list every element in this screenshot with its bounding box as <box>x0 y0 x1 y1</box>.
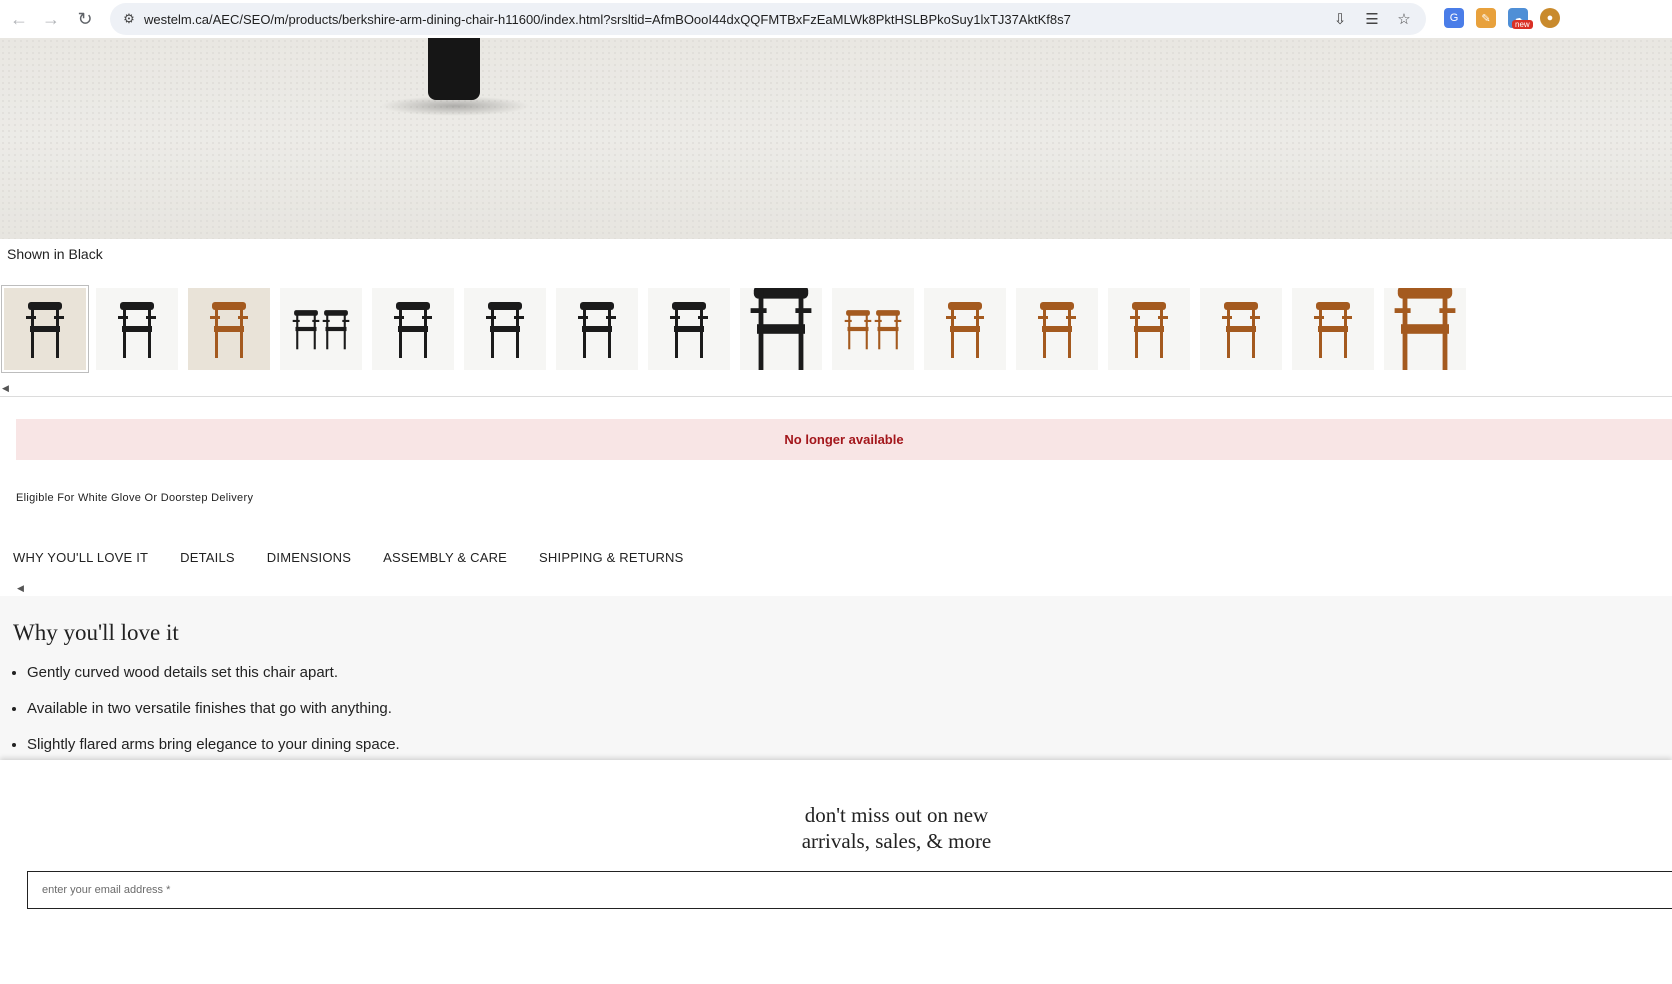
tabs-scroll-left-icon[interactable]: ◀ <box>17 583 24 594</box>
reload-icon[interactable]: ↻ <box>68 2 102 36</box>
finish-caption: Shown in Black <box>7 246 103 262</box>
product-thumbnail[interactable] <box>1016 288 1098 370</box>
cookie-extension-icon[interactable]: ● <box>1540 8 1560 28</box>
install-icon[interactable]: ⇩ <box>1330 9 1350 29</box>
chair-illustration <box>1394 288 1456 370</box>
chair-illustration <box>394 298 432 360</box>
thumbnail-strip <box>1 285 1466 373</box>
product-thumbnail[interactable] <box>1108 288 1190 370</box>
why-love-it-panel: Why you'll love it Gently curved wood de… <box>0 596 1672 760</box>
why-love-it-heading: Why you'll love it <box>13 620 179 645</box>
chair-illustration <box>292 307 320 350</box>
site-info-icon[interactable]: ⚙ <box>114 11 144 27</box>
chair-illustration <box>578 298 616 360</box>
rug-texture <box>0 38 1672 239</box>
chair-illustration <box>750 288 812 370</box>
thumbnail-divider <box>0 396 1672 397</box>
tab-details[interactable]: DETAILS <box>180 550 235 565</box>
tab-shipping-returns[interactable]: SHIPPING & RETURNS <box>539 550 683 565</box>
product-thumbnail[interactable] <box>556 288 638 370</box>
signup-heading: don't miss out on new arrivals, sales, &… <box>0 802 1672 854</box>
chair-illustration <box>1038 298 1076 360</box>
product-thumbnail[interactable] <box>96 288 178 370</box>
product-thumbnail[interactable] <box>1292 288 1374 370</box>
why-love-it-list: Gently curved wood details set this chai… <box>9 664 400 772</box>
product-thumbnail[interactable] <box>280 288 362 370</box>
list-item: Available in two versatile finishes that… <box>27 700 400 717</box>
address-bar[interactable]: ⚙ westelm.ca/AEC/SEO/m/products/berkshir… <box>110 3 1426 35</box>
chair-illustration <box>670 298 708 360</box>
product-thumbnail[interactable] <box>648 288 730 370</box>
chair-illustration <box>118 298 156 360</box>
list-item: Gently curved wood details set this chai… <box>27 664 400 681</box>
product-thumbnail[interactable] <box>832 288 914 370</box>
product-thumbnail[interactable] <box>924 288 1006 370</box>
product-thumbnail[interactable] <box>1200 288 1282 370</box>
product-thumbnail[interactable] <box>1 285 89 373</box>
product-thumbnail[interactable] <box>188 288 270 370</box>
chair-illustration <box>486 298 524 360</box>
chair-illustration <box>1314 298 1352 360</box>
delivery-note: Eligible For White Glove Or Doorstep Del… <box>16 492 254 504</box>
availability-alert: No longer available <box>16 419 1672 460</box>
chair-illustration <box>26 298 64 360</box>
chair-illustration <box>322 307 350 350</box>
browser-toolbar: ← → ↻ ⚙ westelm.ca/AEC/SEO/m/products/be… <box>0 0 1672 39</box>
forward-icon[interactable]: → <box>34 2 68 36</box>
availability-text: No longer available <box>784 432 904 447</box>
thumbnail-scroll-left-icon[interactable]: ◀ <box>2 383 9 394</box>
newsletter-signup: don't miss out on new arrivals, sales, &… <box>0 760 1672 984</box>
chair-leg <box>428 38 480 100</box>
chair-illustration <box>946 298 984 360</box>
signup-heading-line1: don't miss out on new <box>804 803 989 827</box>
product-thumbnail[interactable] <box>1384 288 1466 370</box>
signup-heading-line2: arrivals, sales, & more <box>801 829 992 853</box>
product-hero-image[interactable] <box>0 38 1672 239</box>
chair-illustration <box>1130 298 1168 360</box>
product-thumbnail[interactable] <box>464 288 546 370</box>
chair-illustration <box>1222 298 1260 360</box>
translate-icon[interactable]: ☰ <box>1362 9 1382 29</box>
extension-badge: new <box>1512 20 1533 29</box>
chair-illustration <box>874 307 902 350</box>
url-text[interactable]: westelm.ca/AEC/SEO/m/products/berkshire-… <box>144 12 1071 27</box>
tab-assembly-care[interactable]: ASSEMBLY & CARE <box>383 550 507 565</box>
extension-icon[interactable]: ✎ <box>1476 8 1496 28</box>
chair-illustration <box>844 307 872 350</box>
list-item: Slightly flared arms bring elegance to y… <box>27 736 400 753</box>
bookmark-star-icon[interactable]: ☆ <box>1394 9 1414 29</box>
product-thumbnail[interactable] <box>740 288 822 370</box>
tab-dimensions[interactable]: DIMENSIONS <box>267 550 351 565</box>
product-info-tabs: WHY YOU'LL LOVE IT DETAILS DIMENSIONS AS… <box>13 550 684 565</box>
chair-illustration <box>210 298 248 360</box>
email-input[interactable] <box>40 883 1672 897</box>
product-thumbnail[interactable] <box>372 288 454 370</box>
translate-extension-icon[interactable]: G <box>1444 8 1464 28</box>
tab-why-youll-love-it[interactable]: WHY YOU'LL LOVE IT <box>13 550 148 565</box>
email-field[interactable] <box>27 871 1672 909</box>
back-icon[interactable]: ← <box>2 2 36 36</box>
